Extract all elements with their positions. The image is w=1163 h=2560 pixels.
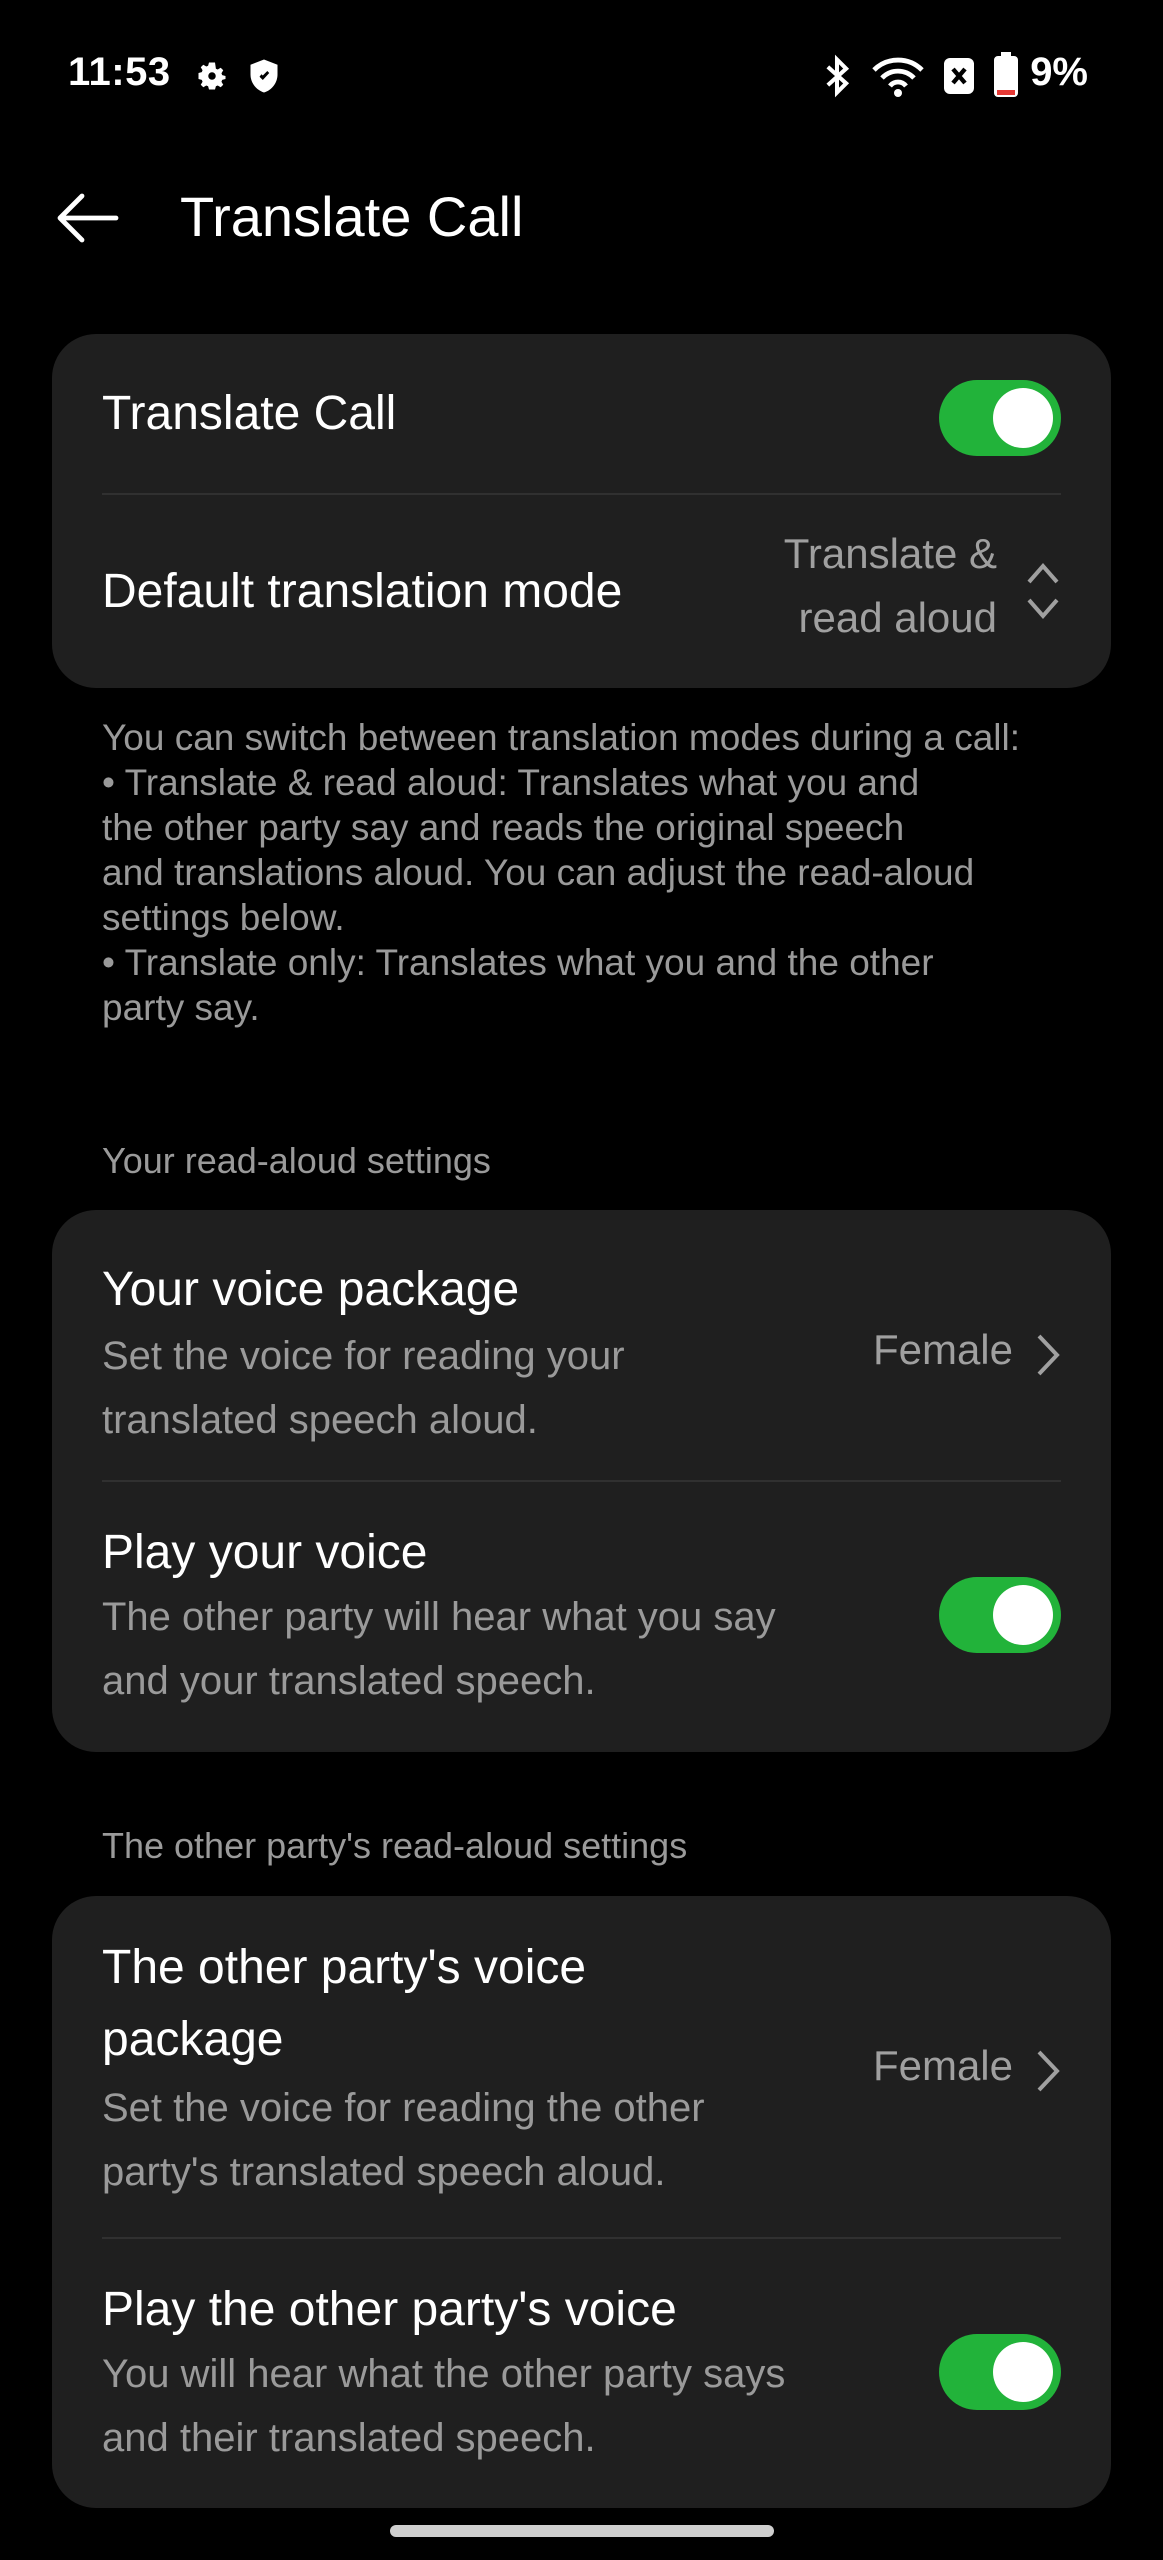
play-your-voice-row[interactable]: Play your voice The other party will hea… bbox=[52, 1481, 1111, 1752]
note-line: the other party say and reads the origin… bbox=[102, 807, 905, 848]
play-your-voice-toggle[interactable] bbox=[939, 1577, 1061, 1653]
status-time: 11:53 bbox=[68, 50, 171, 94]
other-voice-package-title-line1: The other party's voice bbox=[102, 1941, 587, 1994]
play-other-voice-row[interactable]: Play the other party's voice You will he… bbox=[52, 2238, 1111, 2508]
your-voice-package-sub-line1: Set the voice for reading your bbox=[102, 1334, 625, 1378]
translate-call-label: Translate Call bbox=[102, 387, 397, 440]
play-other-voice-title: Play the other party's voice bbox=[102, 2283, 677, 2336]
toggle-knob bbox=[993, 2342, 1053, 2402]
home-indicator[interactable] bbox=[390, 2525, 774, 2537]
sim-off-icon bbox=[944, 58, 974, 94]
toggle-knob bbox=[993, 388, 1053, 448]
status-bar: 11:53 9% bbox=[0, 0, 1163, 150]
toggle-knob bbox=[993, 1585, 1053, 1645]
section-label-your-settings: Your read-aloud settings bbox=[102, 1140, 491, 1181]
default-translation-mode-row[interactable]: Default translation mode Translate & rea… bbox=[52, 494, 1111, 688]
settings-icon bbox=[198, 62, 226, 90]
translate-call-card: Translate Call Default translation mode … bbox=[52, 334, 1111, 688]
translation-mode-note: You can switch between translation modes… bbox=[102, 715, 1062, 1030]
note-line: • Translate only: Translates what you an… bbox=[102, 942, 934, 983]
translate-call-toggle[interactable] bbox=[939, 380, 1061, 456]
dropdown-updown-icon bbox=[1027, 562, 1059, 620]
play-other-voice-sub-line2: and their translated speech. bbox=[102, 2416, 596, 2460]
your-voice-package-row[interactable]: Your voice package Set the voice for rea… bbox=[52, 1210, 1111, 1480]
wifi-icon bbox=[872, 57, 924, 97]
other-voice-package-sub-line2: party's translated speech aloud. bbox=[102, 2150, 666, 2194]
back-arrow-icon[interactable] bbox=[52, 182, 124, 254]
chevron-right-icon bbox=[1037, 2050, 1060, 2092]
battery-icon bbox=[994, 52, 1018, 97]
chevron-right-icon bbox=[1037, 1334, 1060, 1376]
shield-icon bbox=[250, 59, 278, 93]
other-voice-package-title-line2: package bbox=[102, 2013, 284, 2066]
note-line: and translations aloud. You can adjust t… bbox=[102, 852, 975, 893]
bluetooth-icon bbox=[826, 54, 850, 98]
your-voice-package-sub-line2: translated speech aloud. bbox=[102, 1398, 538, 1442]
your-settings-card: Your voice package Set the voice for rea… bbox=[52, 1210, 1111, 1752]
note-line: • Translate & read aloud: Translates wha… bbox=[102, 762, 920, 803]
battery-percent: 9% bbox=[1030, 50, 1088, 94]
play-your-voice-sub-line1: The other party will hear what you say bbox=[102, 1595, 776, 1639]
note-line: party say. bbox=[102, 987, 260, 1028]
note-line: You can switch between translation modes… bbox=[102, 717, 1021, 758]
other-settings-card: The other party's voice package Set the … bbox=[52, 1896, 1111, 2508]
play-your-voice-title: Play your voice bbox=[102, 1526, 428, 1579]
other-voice-package-row[interactable]: The other party's voice package Set the … bbox=[52, 1896, 1111, 2237]
page-title: Translate Call bbox=[180, 185, 524, 248]
other-voice-package-sub-line1: Set the voice for reading the other bbox=[102, 2086, 705, 2130]
app-bar: Translate Call bbox=[0, 160, 1163, 270]
play-your-voice-sub-line2: and your translated speech. bbox=[102, 1659, 596, 1703]
play-other-voice-toggle[interactable] bbox=[939, 2334, 1061, 2410]
play-other-voice-sub-line1: You will hear what the other party says bbox=[102, 2352, 786, 2396]
other-voice-package-value: Female bbox=[872, 2042, 1013, 2089]
your-voice-package-title: Your voice package bbox=[102, 1263, 520, 1316]
note-line: settings below. bbox=[102, 897, 345, 938]
section-label-other-settings: The other party's read-aloud settings bbox=[102, 1825, 688, 1866]
your-voice-package-value: Female bbox=[872, 1326, 1013, 1373]
translate-call-row[interactable]: Translate Call bbox=[52, 334, 1111, 494]
default-translation-mode-label: Default translation mode bbox=[102, 565, 623, 618]
default-mode-value-line2: read aloud bbox=[798, 594, 998, 641]
default-mode-value-line1: Translate & bbox=[783, 530, 997, 577]
